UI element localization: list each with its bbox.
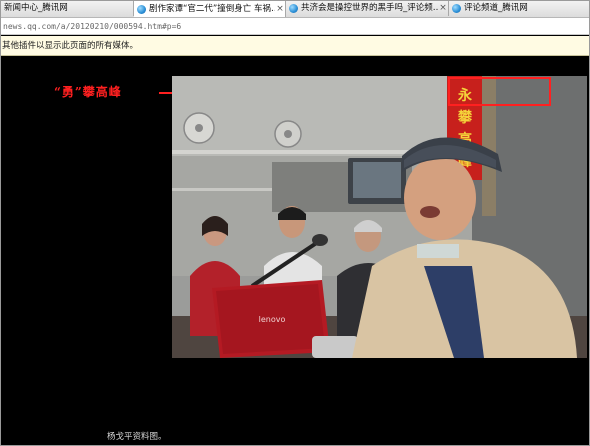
- svg-text:永: 永: [457, 87, 473, 104]
- address-bar[interactable]: news.qq.com/a/20120210/000594.htm#p=6: [1, 18, 589, 35]
- svg-text:lenovo: lenovo: [259, 315, 286, 324]
- page-content: “勇”攀高峰 永 攀 峰 lenovo 杨戈平资料图。: [1, 57, 589, 445]
- tab-label: 共济会是操控世界的黑手吗_评论频…: [301, 3, 438, 13]
- tab-strip: 新闻中心_腾讯网 剧作家谭“官二代”撞倒身亡 车祸… × 共济会是操控世界的黑手…: [1, 1, 589, 18]
- tab-freemasons[interactable]: 共济会是操控世界的黑手吗_评论频… ×: [286, 1, 449, 16]
- tab-close-icon[interactable]: ×: [438, 1, 448, 16]
- qq-favicon-icon: [452, 4, 461, 13]
- plugin-notification-bar[interactable]: 其他插件以显示此页面的所有媒体。: [1, 36, 589, 56]
- qq-favicon-icon: [137, 4, 146, 14]
- tab-news-center[interactable]: 新闻中心_腾讯网: [1, 1, 134, 16]
- tab-label: 评论频道_腾讯网: [464, 3, 528, 13]
- tab-comment-channel[interactable]: 评论频道_腾讯网: [449, 1, 589, 16]
- tab-label: 新闻中心_腾讯网: [4, 3, 68, 13]
- tab-article[interactable]: 剧作家谭“官二代”撞倒身亡 车祸… ×: [134, 1, 286, 17]
- photo-caption: 杨戈平资料图。: [107, 432, 167, 442]
- tab-label: 剧作家谭“官二代”撞倒身亡 车祸…: [149, 3, 275, 14]
- tab-close-icon[interactable]: ×: [275, 2, 285, 17]
- svg-text:攀: 攀: [458, 109, 473, 126]
- news-photo: 永 攀 高 峰: [172, 76, 587, 358]
- qq-favicon-icon: [289, 4, 298, 13]
- browser-window: 新闻中心_腾讯网 剧作家谭“官二代”撞倒身亡 车祸… × 共济会是操控世界的黑手…: [0, 0, 590, 446]
